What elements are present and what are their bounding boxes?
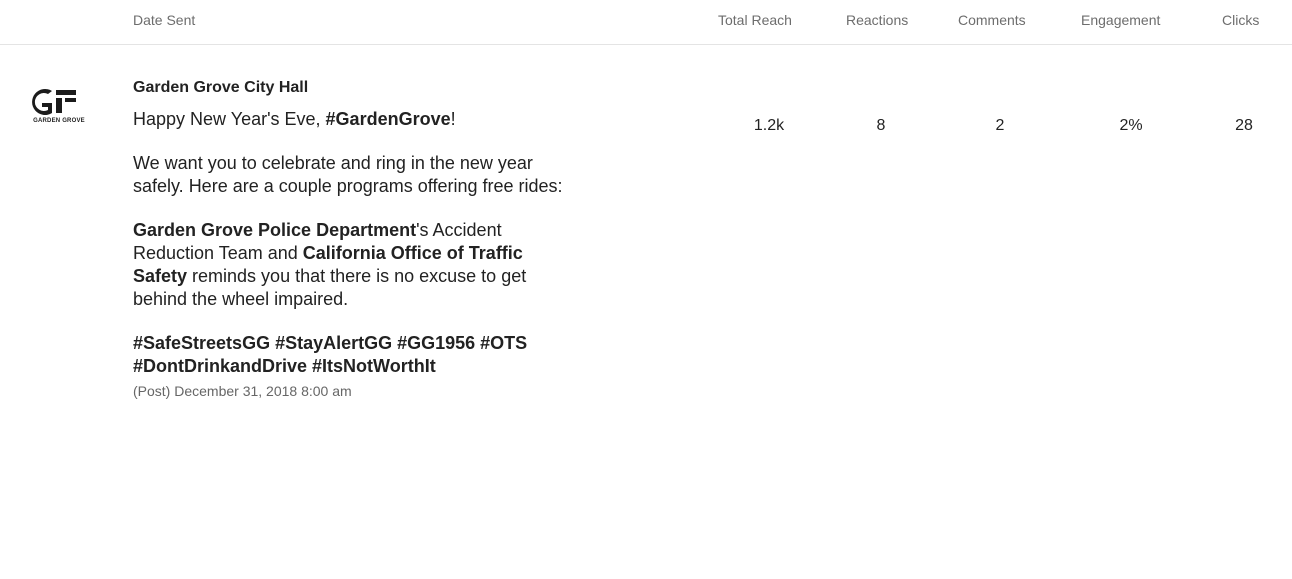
metric-clicks: 28	[1235, 117, 1253, 134]
hashtag-link[interactable]: #GardenGrove	[326, 109, 451, 129]
column-header-total-reach[interactable]: Total Reach	[718, 12, 792, 28]
metric-total-reach: 1.2k	[753, 117, 785, 134]
column-header-date-sent[interactable]: Date Sent	[133, 12, 195, 28]
post-paragraph-greeting: Happy New Year's Eve, #GardenGrove!	[133, 108, 573, 131]
metric-comments: 2	[995, 117, 1005, 134]
metric-engagement: 2%	[1119, 117, 1143, 134]
column-header-reactions[interactable]: Reactions	[846, 12, 908, 28]
post-content: Garden Grove City Hall Happy New Year's …	[133, 78, 573, 400]
column-header-comments[interactable]: Comments	[958, 12, 1026, 28]
garden-grove-logo-icon	[32, 89, 76, 115]
notice-text-2: reminds you that there is no excuse to g…	[133, 266, 527, 309]
avatar: GARDEN GROVE	[22, 85, 96, 129]
post-paragraph-intro: We want you to celebrate and ring in the…	[133, 153, 563, 196]
column-header-engagement[interactable]: Engagement	[1081, 12, 1160, 28]
logo-caption: GARDEN GROVE	[33, 118, 85, 124]
metric-reactions: 8	[876, 117, 886, 134]
post-author[interactable]: Garden Grove City Hall	[133, 78, 573, 98]
greeting-end: !	[450, 109, 456, 129]
post-hashtags[interactable]: #SafeStreetsGG #StayAlertGG #GG1956 #OTS…	[133, 332, 573, 378]
table-header: Date Sent Total Reach Reactions Comments…	[0, 0, 1292, 45]
greeting-text: Happy New Year's Eve,	[133, 109, 326, 129]
post-meta-date: (Post) December 31, 2018 8:00 am	[133, 383, 352, 399]
mention-police-department[interactable]: Garden Grove Police Department	[133, 220, 416, 240]
column-header-clicks[interactable]: Clicks	[1222, 12, 1259, 28]
post-paragraph-notice: Garden Grove Police Department's Acciden…	[133, 219, 573, 311]
